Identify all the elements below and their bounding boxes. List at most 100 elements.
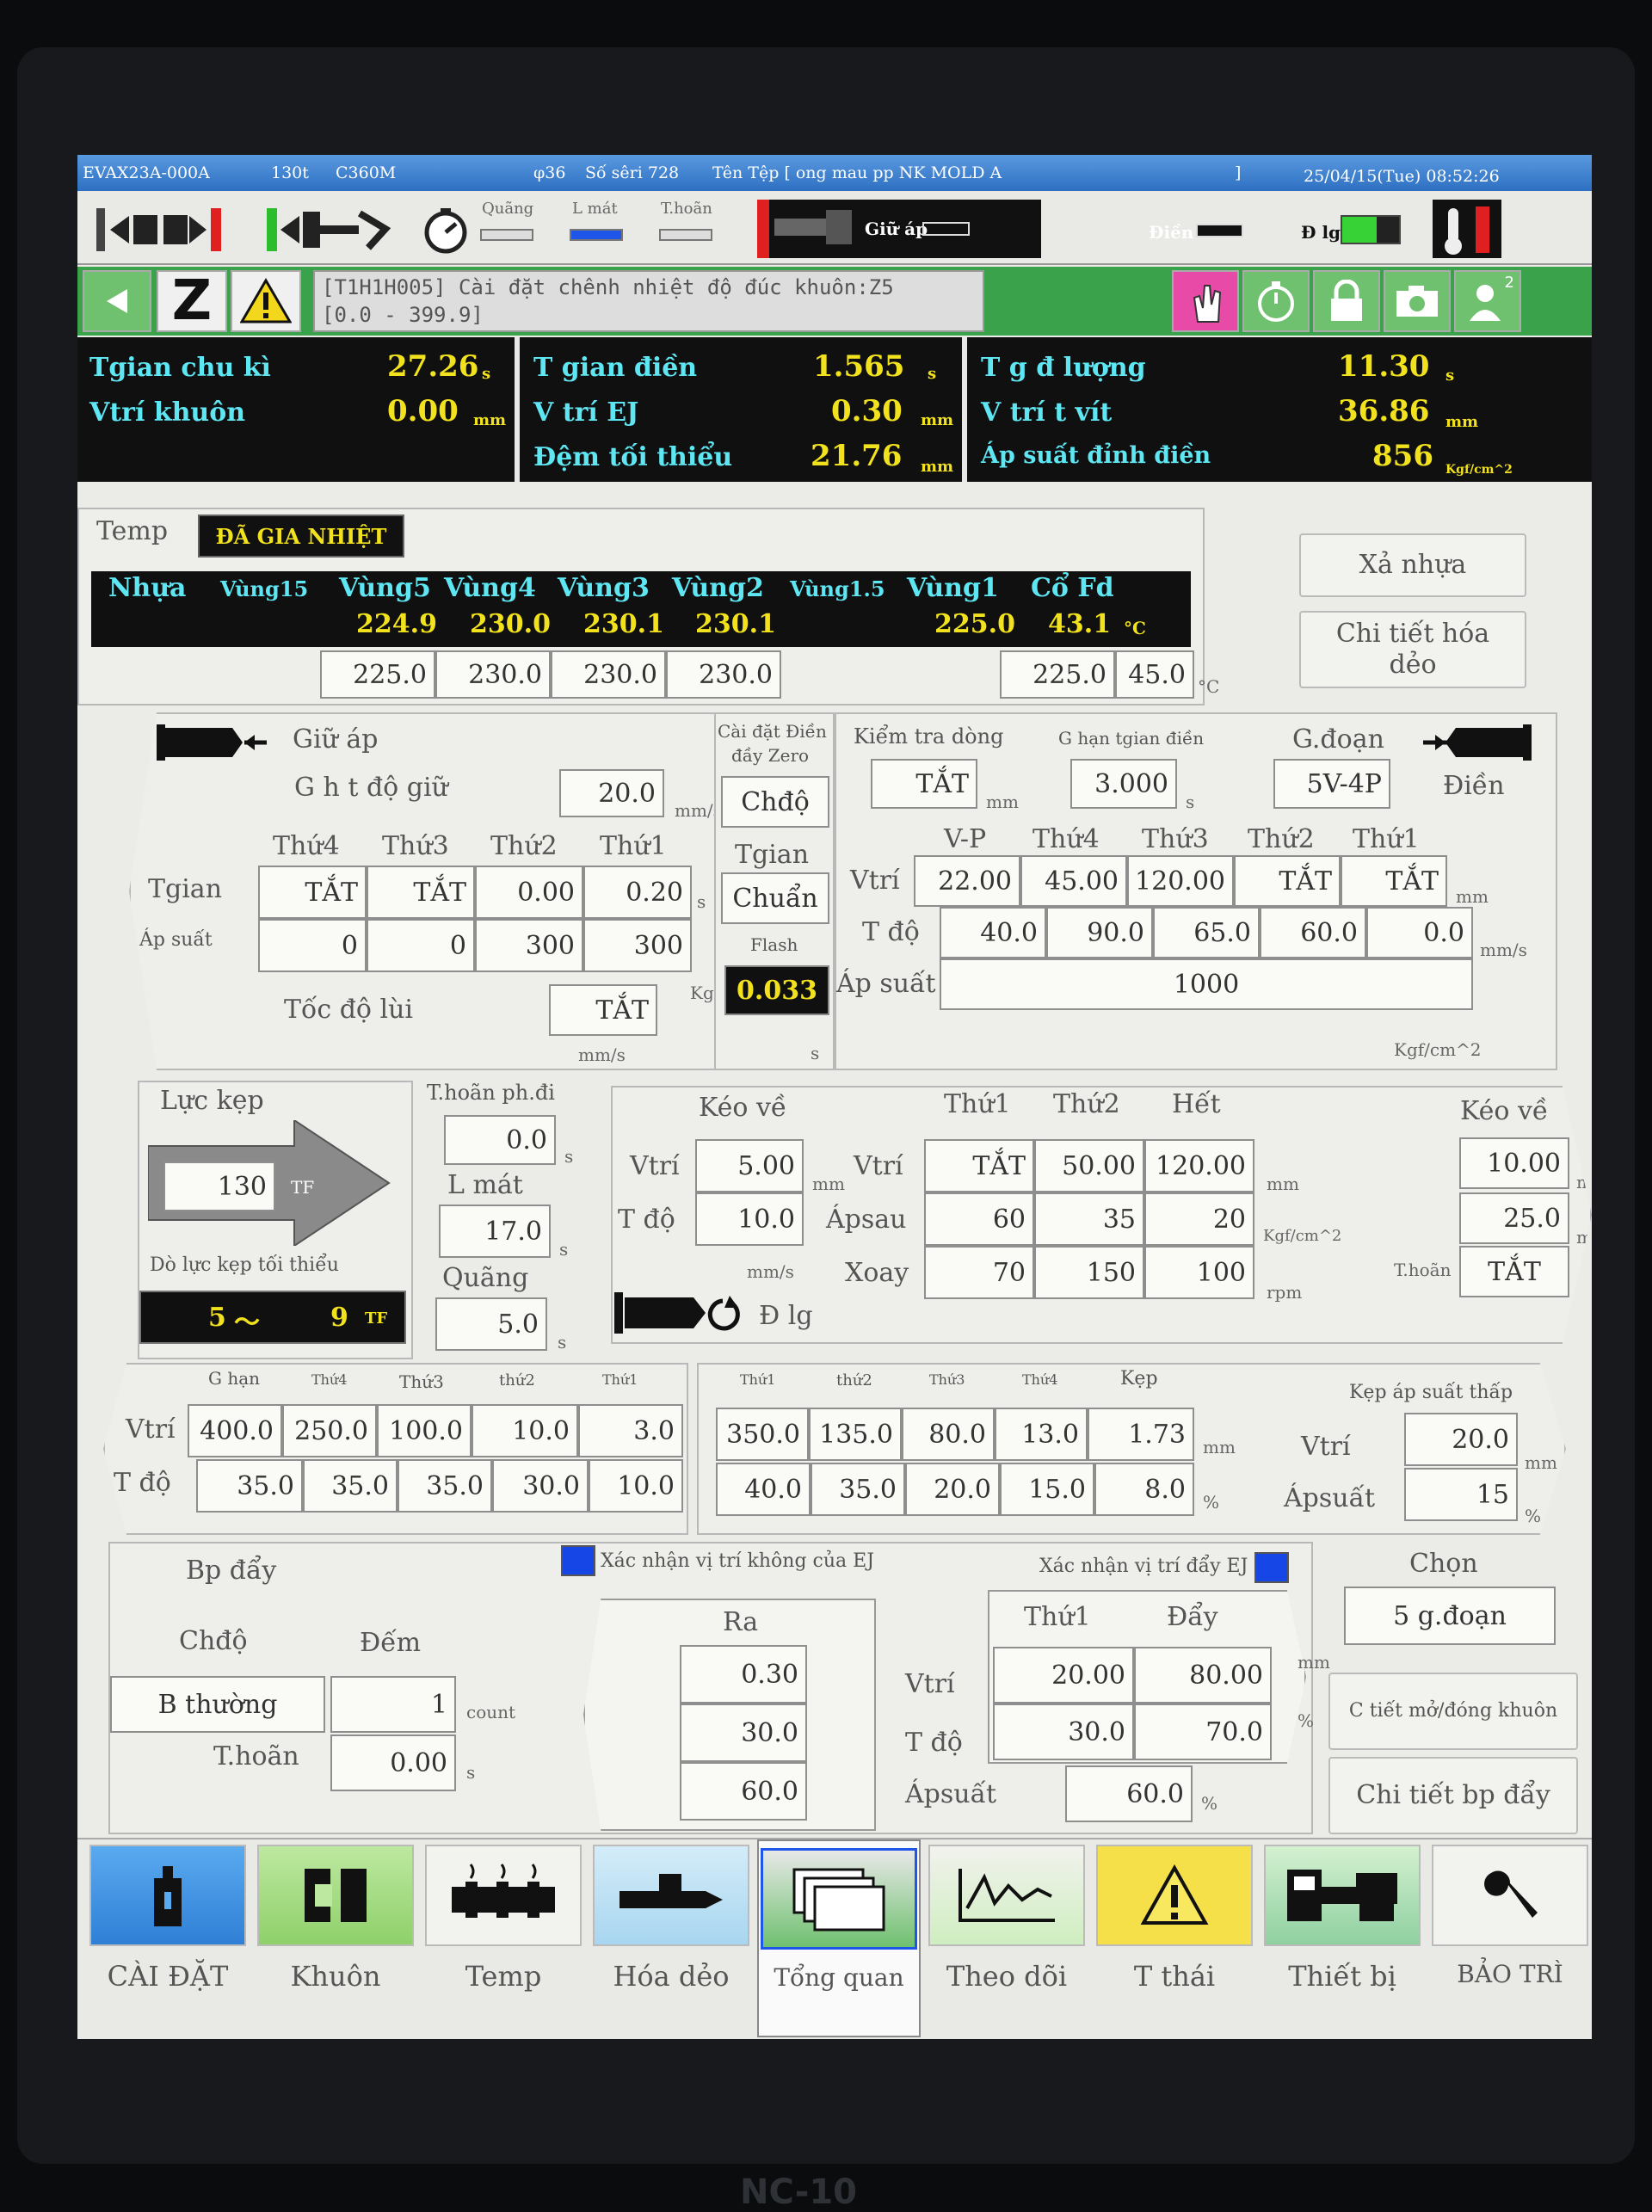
nav-mold[interactable]: Khuôn: [254, 1845, 417, 2025]
temp-set-vung3[interactable]: 230.0: [551, 650, 666, 699]
rotation-thu1[interactable]: 70: [924, 1246, 1034, 1299]
hold-pressure-thu4[interactable]: 0: [258, 919, 367, 972]
ejector-retract-speed[interactable]: 30.0: [680, 1704, 807, 1762]
fill-position-thu3[interactable]: 120.00: [1127, 855, 1234, 907]
open-position-thu1[interactable]: 3.0: [578, 1404, 683, 1457]
zero-icon[interactable]: Z: [157, 269, 227, 333]
plasticizing-detail-button[interactable]: Chi tiết hóa dẻo: [1299, 611, 1526, 688]
fill-speed-thu2[interactable]: 60.0: [1260, 907, 1366, 958]
fill-position-thu2[interactable]: TẮT: [1234, 855, 1341, 907]
hold-pressure-thu2[interactable]: 300: [475, 919, 583, 972]
open-position-thu2[interactable]: 10.0: [472, 1404, 578, 1457]
hold-time-thu3[interactable]: TẮT: [367, 866, 475, 919]
close-speed-thu2[interactable]: 35.0: [811, 1463, 905, 1516]
open-delay-input[interactable]: 0.0: [444, 1115, 556, 1165]
close-speed-thu3[interactable]: 20.0: [905, 1463, 1000, 1516]
low-pressure-position[interactable]: 20.0: [1404, 1413, 1518, 1466]
ejector-delay-input[interactable]: 0.00: [330, 1734, 456, 1791]
decompress-after-delay[interactable]: TẮT: [1459, 1246, 1569, 1297]
hold-speed-limit-input[interactable]: 20.0: [559, 769, 664, 817]
select-stages-input[interactable]: 5 g.đoạn: [1344, 1587, 1556, 1645]
close-position-thu3[interactable]: 80.0: [902, 1408, 995, 1461]
nav-maintenance[interactable]: BẢO TRÌ: [1428, 1845, 1592, 2025]
hold-time-thu2[interactable]: 0.00: [475, 866, 583, 919]
close-speed-thu4[interactable]: 15.0: [1000, 1463, 1094, 1516]
nav-temp[interactable]: Temp: [422, 1845, 585, 2025]
ejector-count-input[interactable]: 1: [330, 1676, 456, 1733]
back-pressure-thu1[interactable]: 60: [924, 1192, 1034, 1246]
fill-stages-input[interactable]: 5V-4P: [1273, 759, 1390, 809]
fill-speed-vp[interactable]: 40.0: [940, 907, 1046, 958]
ejector-position-day[interactable]: 80.00: [1134, 1647, 1272, 1704]
alarm-warning-icon[interactable]: [231, 270, 301, 332]
plast-position-het[interactable]: 120.00: [1144, 1139, 1254, 1192]
back-button[interactable]: [83, 270, 151, 332]
ejector-speed-day[interactable]: 70.0: [1134, 1704, 1272, 1760]
nav-setup[interactable]: CÀI ĐẶT: [86, 1845, 250, 2025]
rotation-thu2[interactable]: 150: [1034, 1246, 1144, 1299]
open-speed-ghan[interactable]: 35.0: [196, 1459, 303, 1513]
close-position-thu2[interactable]: 135.0: [809, 1408, 902, 1461]
temp-set-vung5[interactable]: 225.0: [320, 650, 435, 699]
hold-time-thu1[interactable]: 0.20: [583, 866, 692, 919]
fill-speed-thu1[interactable]: 0.0: [1366, 907, 1473, 958]
fill-speed-thu4[interactable]: 90.0: [1046, 907, 1153, 958]
ejector-detail-button[interactable]: Chi tiết bp đẩy: [1328, 1757, 1578, 1834]
ejector-pressure-input[interactable]: 60.0: [1065, 1765, 1193, 1822]
decompress-before-speed[interactable]: 10.0: [695, 1192, 804, 1246]
open-speed-thu3[interactable]: 35.0: [398, 1459, 492, 1513]
open-position-thu4[interactable]: 250.0: [282, 1404, 377, 1457]
hold-pressure-thu1[interactable]: 300: [583, 919, 692, 972]
back-pressure-thu2[interactable]: 35: [1034, 1192, 1144, 1246]
nav-status[interactable]: T thái: [1093, 1845, 1256, 2025]
ejector-mode-input[interactable]: B thường: [110, 1676, 325, 1733]
zero-fill-mode[interactable]: Chđộ: [721, 776, 829, 828]
ej-home-checkbox[interactable]: [561, 1545, 595, 1576]
fill-pressure-input[interactable]: 1000: [940, 958, 1473, 1010]
open-position-thu3[interactable]: 100.0: [377, 1404, 472, 1457]
nav-equipment[interactable]: Thiết bị: [1261, 1845, 1424, 2025]
decompress-before-position[interactable]: 5.00: [695, 1139, 804, 1192]
plast-position-thu2[interactable]: 50.00: [1034, 1139, 1144, 1192]
fill-position-vp[interactable]: 22.00: [914, 855, 1020, 907]
open-speed-thu1[interactable]: 10.0: [589, 1459, 683, 1513]
ejector-retract-position[interactable]: 0.30: [680, 1645, 807, 1704]
close-position-thu1[interactable]: 350.0: [716, 1408, 809, 1461]
purge-button[interactable]: Xả nhựa: [1299, 533, 1526, 597]
rotation-het[interactable]: 100: [1144, 1246, 1254, 1299]
low-pressure-pressure[interactable]: 15: [1404, 1468, 1518, 1521]
mold-open-close-detail-button[interactable]: C tiết mở/đóng khuôn: [1328, 1673, 1578, 1750]
ejector-retract-pressure[interactable]: 60.0: [680, 1762, 807, 1821]
fill-time-limit-input[interactable]: 3.000: [1070, 759, 1177, 809]
camera-icon[interactable]: [1384, 270, 1451, 332]
interval-input[interactable]: 5.0: [435, 1297, 547, 1351]
stopwatch-icon[interactable]: [1242, 270, 1310, 332]
close-speed-thu1[interactable]: 40.0: [716, 1463, 811, 1516]
flow-check-input[interactable]: TẮT: [871, 759, 977, 809]
touch-hand-icon[interactable]: [1172, 270, 1239, 332]
clamp-force-input[interactable]: 130: [163, 1161, 275, 1211]
user-icon[interactable]: 2: [1454, 270, 1521, 332]
open-speed-thu4[interactable]: 35.0: [303, 1459, 398, 1513]
open-position-ghan[interactable]: 400.0: [188, 1404, 282, 1457]
temp-set-vung1[interactable]: 225.0: [1000, 650, 1115, 699]
open-speed-thu2[interactable]: 30.0: [492, 1459, 589, 1513]
nav-overview[interactable]: Tổng quan: [757, 1839, 921, 2037]
cooling-input[interactable]: 17.0: [439, 1205, 551, 1258]
close-position-kep[interactable]: 1.73: [1088, 1408, 1194, 1461]
close-position-thu4[interactable]: 13.0: [995, 1408, 1088, 1461]
suckback-speed-input[interactable]: TẮT: [549, 984, 657, 1036]
ejector-speed-thu1[interactable]: 30.0: [993, 1704, 1134, 1760]
temp-set-vung2[interactable]: 230.0: [666, 650, 781, 699]
lock-icon[interactable]: [1313, 270, 1380, 332]
decompress-after-position[interactable]: 10.00: [1459, 1137, 1569, 1189]
back-pressure-het[interactable]: 20: [1144, 1192, 1254, 1246]
nav-monitor[interactable]: Theo dõi: [925, 1845, 1088, 2025]
plast-position-thu1[interactable]: TẮT: [924, 1139, 1034, 1192]
fill-speed-thu3[interactable]: 65.0: [1153, 907, 1260, 958]
temp-set-cofd[interactable]: 45.0: [1115, 650, 1194, 699]
close-speed-kep[interactable]: 8.0: [1094, 1463, 1194, 1516]
fill-position-thu4[interactable]: 45.00: [1020, 855, 1127, 907]
hold-pressure-thu3[interactable]: 0: [367, 919, 475, 972]
fill-position-thu1[interactable]: TẮT: [1341, 855, 1447, 907]
